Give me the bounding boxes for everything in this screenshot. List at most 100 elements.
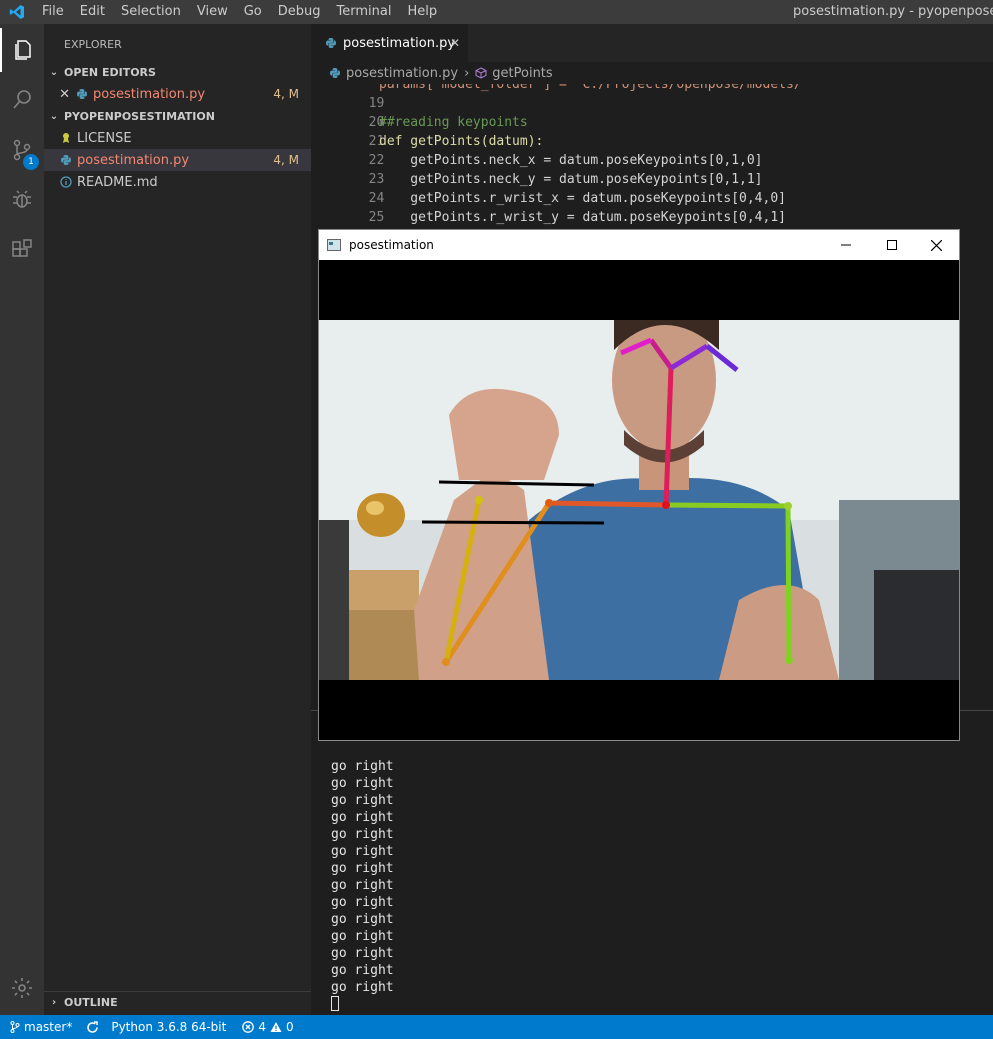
close-button[interactable] [913,230,959,260]
maximize-icon [887,240,897,250]
explorer-sidebar: EXPLORER ⌄ OPEN EDITORS ✕ posestimation.… [44,24,311,1015]
menu-file[interactable]: File [34,0,72,24]
python-file-icon [326,38,336,48]
code-line: 20 [311,94,993,130]
python-file-icon [61,155,71,165]
file-name: README.md [77,174,158,190]
git-branch-icon [10,1021,20,1033]
code-line: 23 getPoints.neck_x = datum.poseKeypoint… [311,151,993,187]
activity-bar: 1 [0,24,44,1015]
close-icon[interactable]: ✕ [44,87,70,102]
terminal-line: go right [331,844,394,859]
terminal-cursor [331,996,339,1011]
error-icon [242,1021,255,1033]
code-text: getPoints.r_wrist_y = datum.poseKeypoint… [379,210,786,225]
vscode-logo-icon [0,0,34,24]
project-label: PYOPENPOSESTIMATION [64,109,215,123]
terminal-line: go right [331,929,394,944]
code-line: 22 def getPoints(datum): [311,132,993,168]
code-text: ##reading keypoints [379,115,528,130]
open-editor-item[interactable]: ✕ posestimation.py 4, M [44,83,311,105]
info-icon [60,176,72,188]
webcam-frame-image [319,320,959,680]
search-icon[interactable] [0,78,44,122]
maximize-button[interactable] [869,230,915,260]
close-icon[interactable]: ✕ [450,36,460,50]
chevron-down-icon: ⌄ [49,110,59,122]
terminal-panel[interactable]: go right go right go right go right go r… [311,710,993,1015]
code-line: 21 ##reading keypoints [311,113,993,149]
code-line: 26 getPoints.r_wrist_y = datum.poseKeypo… [311,208,993,244]
source-control-icon[interactable]: 1 [0,128,44,172]
source-control-badge: 1 [23,154,39,170]
project-section[interactable]: ⌄ PYOPENPOSESTIMATION [44,105,311,127]
debug-icon[interactable] [0,178,44,222]
python-interpreter[interactable]: Python 3.6.8 64-bit [111,1020,226,1034]
explorer-icon[interactable] [0,28,44,72]
python-file-icon [77,89,87,99]
file-item-readme[interactable]: README.md [44,171,311,193]
breadcrumb-file[interactable]: posestimation.py [346,66,458,81]
terminal-line: go right [331,946,394,961]
minimize-icon [841,244,851,246]
chevron-right-icon: › [51,997,57,1008]
tab-posestimation[interactable]: posestimation.py ✕ [311,24,468,62]
code-text: params["model_folder"] = "C:/Projects/op… [379,84,810,92]
minimize-button[interactable] [823,230,869,260]
editor-tabs: posestimation.py ✕ [311,24,993,62]
menu-terminal[interactable]: Terminal [329,0,400,24]
error-count: 4 [258,1020,266,1034]
window-titlebar[interactable]: posestimation [319,230,959,260]
open-editors-label: OPEN EDITORS [64,65,156,79]
file-item-license[interactable]: LICENSE [44,127,311,149]
menu-edit[interactable]: Edit [72,0,113,24]
branch-name: master* [24,1020,73,1034]
tab-label: posestimation.py [343,35,456,51]
file-badge: 4, M [273,153,299,167]
terminal-line: go right [331,980,394,995]
terminal-line: go right [331,793,394,808]
close-icon [930,239,942,251]
problems-indicator[interactable]: 4 0 [242,1020,294,1034]
menu-help[interactable]: Help [399,0,445,24]
menu-selection[interactable]: Selection [113,0,189,24]
code-text: def getPoints(datum): [379,134,544,149]
settings-gear-icon[interactable] [0,966,44,1010]
sync-icon [87,1020,99,1033]
open-editors-section[interactable]: ⌄ OPEN EDITORS [44,61,311,83]
window-title-text: posestimation [349,238,434,252]
terminal-line: go right [331,878,394,893]
code-line: 19 params["model_folder"] = "C:/Projects… [311,84,993,111]
menu-debug[interactable]: Debug [270,0,329,24]
window-app-icon [327,239,341,251]
breadcrumb: posestimation.py › getPoints [311,62,993,84]
title-bar: File Edit Selection View Go Debug Termin… [0,0,993,24]
terminal-line: go right [331,861,394,876]
code-text: getPoints.r_wrist_x = datum.poseKeypoint… [379,191,786,206]
file-item-posestimation[interactable]: posestimation.py 4, M [44,149,311,171]
chevron-right-icon: › [464,65,470,81]
sidebar-title: EXPLORER [64,38,122,51]
code-text: getPoints.neck_y = datum.poseKeypoints[0… [379,172,763,187]
open-editor-filename: posestimation.py [93,86,206,102]
posestimation-window[interactable]: posestimation [318,229,960,741]
extensions-icon[interactable] [0,228,44,272]
menu-view[interactable]: View [189,0,236,24]
outline-section[interactable]: › OUTLINE [44,991,311,1013]
status-bar: master* Python 3.6.8 64-bit 4 0 [0,1015,993,1039]
terminal-line: go right [331,895,394,910]
menu-go[interactable]: Go [236,0,270,24]
chevron-down-icon: ⌄ [49,66,59,78]
window-title: posestimation.py - pyopenposestimat [793,4,993,19]
outline-label: OUTLINE [64,996,118,1009]
terminal-line: go right [331,912,394,927]
warning-count: 0 [285,1020,294,1034]
python-version: Python 3.6.8 64-bit [111,1020,227,1034]
file-name: LICENSE [77,130,132,146]
terminal-line: go right [331,759,394,774]
sync-button[interactable] [86,1020,99,1034]
breadcrumb-symbol[interactable]: getPoints [492,66,552,81]
code-line: 24 getPoints.neck_y = datum.poseKeypoint… [311,170,993,206]
file-name: posestimation.py [77,152,190,168]
branch-indicator[interactable]: master* [10,1020,72,1034]
